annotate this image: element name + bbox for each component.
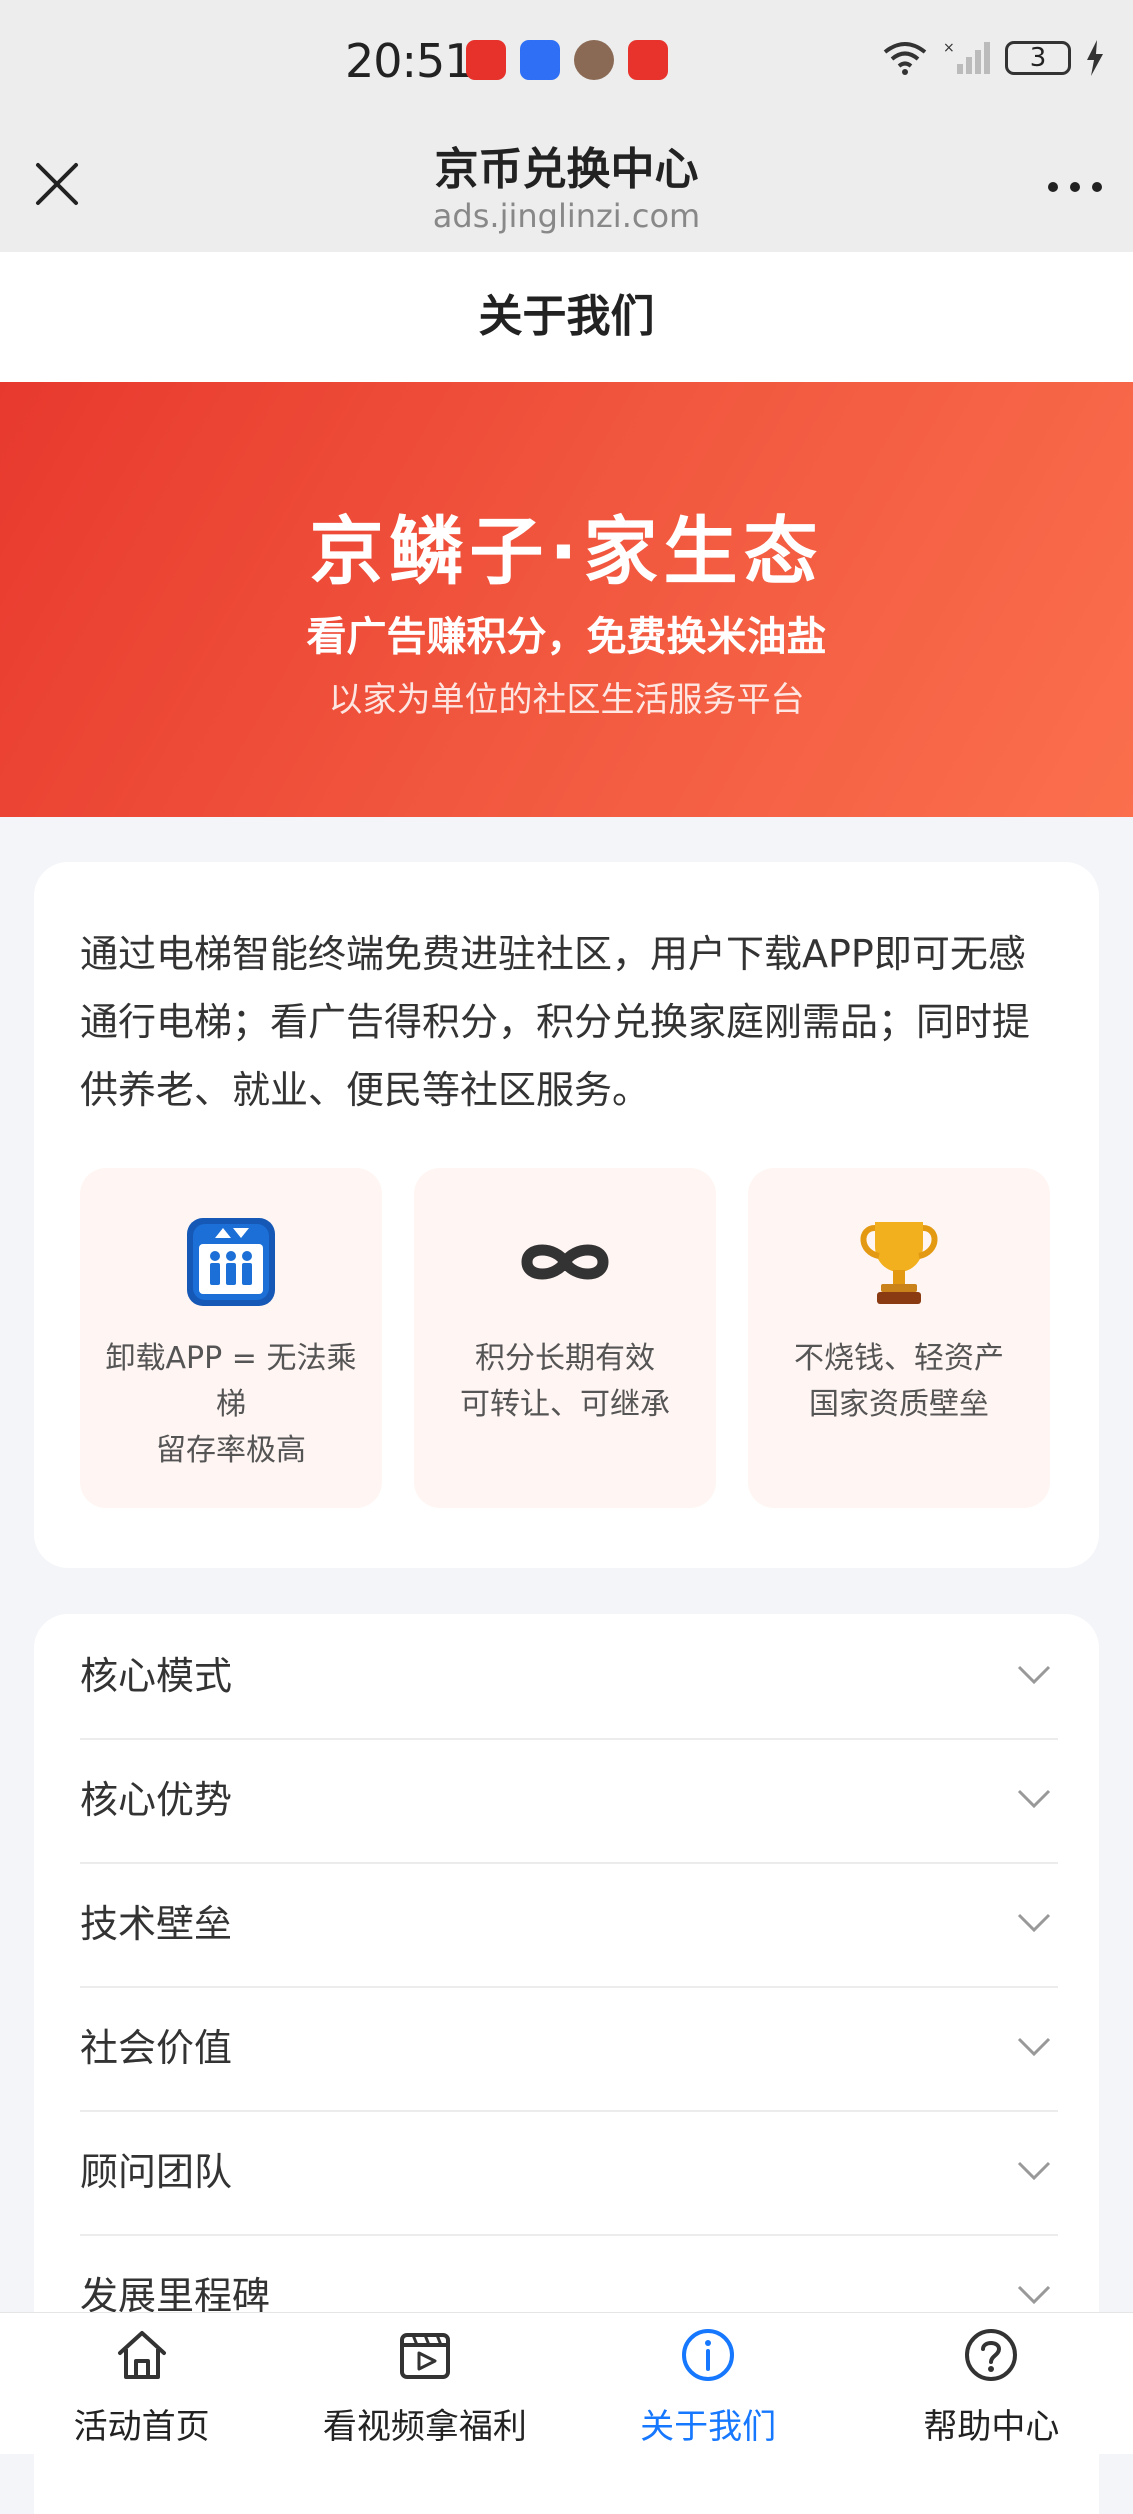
chevron-down-icon (1017, 2285, 1051, 2305)
video-icon (399, 2333, 450, 2379)
hero-banner: 京鳞子·家生态 看广告赚积分，免费换米油盐 以家为单位的社区生活服务平台 (0, 382, 1133, 817)
charging-icon (1087, 40, 1103, 76)
feature-card: 卸载APP = 无法乘梯 留存率极高 (80, 1168, 382, 1508)
chevron-down-icon (1017, 2037, 1051, 2057)
accordion-label: 技术壁垒 (80, 1902, 233, 1946)
nav-item-about[interactable]: 关于我们 (567, 2313, 850, 2454)
avatar-notification-icon (574, 40, 614, 80)
browser-header: 京币兑换中心 ads.jinglinzi.com (0, 125, 1133, 252)
status-right-icons: × 3 (881, 40, 1105, 76)
help-icon (965, 2329, 1018, 2381)
feature-text: 积分长期有效 可转让、可继承 (436, 1336, 694, 1428)
hero-description: 以家为单位的社区生活服务平台 (328, 680, 805, 720)
feature-line-2: 国家资质壁垒 (809, 1387, 989, 1422)
signal-icon: × (943, 40, 990, 74)
browser-page-title: 京币兑换中心 (434, 144, 699, 195)
accordion-item-social-value[interactable]: 社会价值 (80, 1986, 1058, 2112)
accordion-item-core-advantage[interactable]: 核心优势 (80, 1738, 1058, 1864)
nav-label: 看视频拿福利 (322, 2407, 527, 2447)
feature-list: 卸载APP = 无法乘梯 留存率极高 积分长期有效 可转让、可继承 不烧钱、轻资… (80, 1168, 1050, 1508)
page-title: 关于我们 (0, 252, 1133, 382)
infinity-icon (521, 1244, 609, 1280)
nav-item-help[interactable]: 帮助中心 (850, 2313, 1133, 2454)
more-options-icon[interactable] (1045, 177, 1105, 197)
nav-label: 关于我们 (640, 2407, 777, 2447)
accordion-item-advisor-team[interactable]: 顾问团队 (80, 2110, 1058, 2236)
feature-line-1: 积分长期有效 (475, 1341, 655, 1376)
toutiao-app-notification-icon (628, 40, 668, 80)
feature-line-1: 卸载APP = 无法乘梯 (105, 1341, 357, 1422)
bottom-navigation: 活动首页 看视频拿福利 关于我们 帮助中心 (0, 2312, 1133, 2454)
feature-card: 不烧钱、轻资产 国家资质壁垒 (748, 1168, 1050, 1508)
intro-card: 通过电梯智能终端免费进驻社区，用户下载APP即可无感通行电梯；看广告得积分，积分… (34, 862, 1099, 1568)
chevron-down-icon (1017, 2161, 1051, 2181)
baidu-app-notification-icon (520, 40, 560, 80)
trophy-icon (860, 1222, 938, 1304)
status-time: 20:51 (345, 34, 474, 88)
feature-line-1: 不烧钱、轻资产 (794, 1341, 1004, 1376)
accordion-label: 核心优势 (80, 1778, 233, 1822)
browser-url: ads.jinglinzi.com (432, 197, 701, 235)
wifi-icon (883, 42, 927, 75)
accordion-item-tech-barrier[interactable]: 技术壁垒 (80, 1862, 1058, 1988)
accordion-item-core-model[interactable]: 核心模式 (80, 1614, 1058, 1740)
feature-text: 不烧钱、轻资产 国家资质壁垒 (770, 1336, 1028, 1428)
hero-title: 京鳞子·家生态 (309, 509, 824, 595)
nav-item-home[interactable]: 活动首页 (0, 2313, 283, 2454)
info-icon (682, 2329, 735, 2381)
chevron-down-icon (1017, 1665, 1051, 1685)
accordion-label: 顾问团队 (80, 2150, 233, 2194)
status-bar: 20:51 × 3 (0, 0, 1133, 125)
svg-text:×: × (943, 40, 955, 56)
hero-subtitle: 看广告赚积分，免费换米油盐 (306, 614, 827, 660)
feature-text: 卸载APP = 无法乘梯 留存率极高 (102, 1336, 360, 1474)
elevator-icon (187, 1218, 275, 1306)
home-icon (117, 2331, 166, 2379)
nav-label: 帮助中心 (923, 2407, 1060, 2447)
chevron-down-icon (1017, 1913, 1051, 1933)
intro-text: 通过电梯智能终端免费进驻社区，用户下载APP即可无感通行电梯；看广告得积分，积分… (80, 932, 1031, 1112)
accordion-label: 社会价值 (80, 2026, 233, 2070)
feature-line-2: 留存率极高 (156, 1433, 306, 1468)
accordion-label: 核心模式 (80, 1654, 233, 1698)
feature-card: 积分长期有效 可转让、可继承 (414, 1168, 716, 1508)
battery-indicator: 3 (1005, 41, 1071, 75)
status-notification-icons (466, 40, 668, 80)
feature-line-2: 可转让、可继承 (460, 1387, 670, 1422)
nav-label: 活动首页 (73, 2407, 210, 2447)
video-app-notification-icon (466, 40, 506, 80)
nav-item-video[interactable]: 看视频拿福利 (283, 2313, 566, 2454)
chevron-down-icon (1017, 1789, 1051, 1809)
